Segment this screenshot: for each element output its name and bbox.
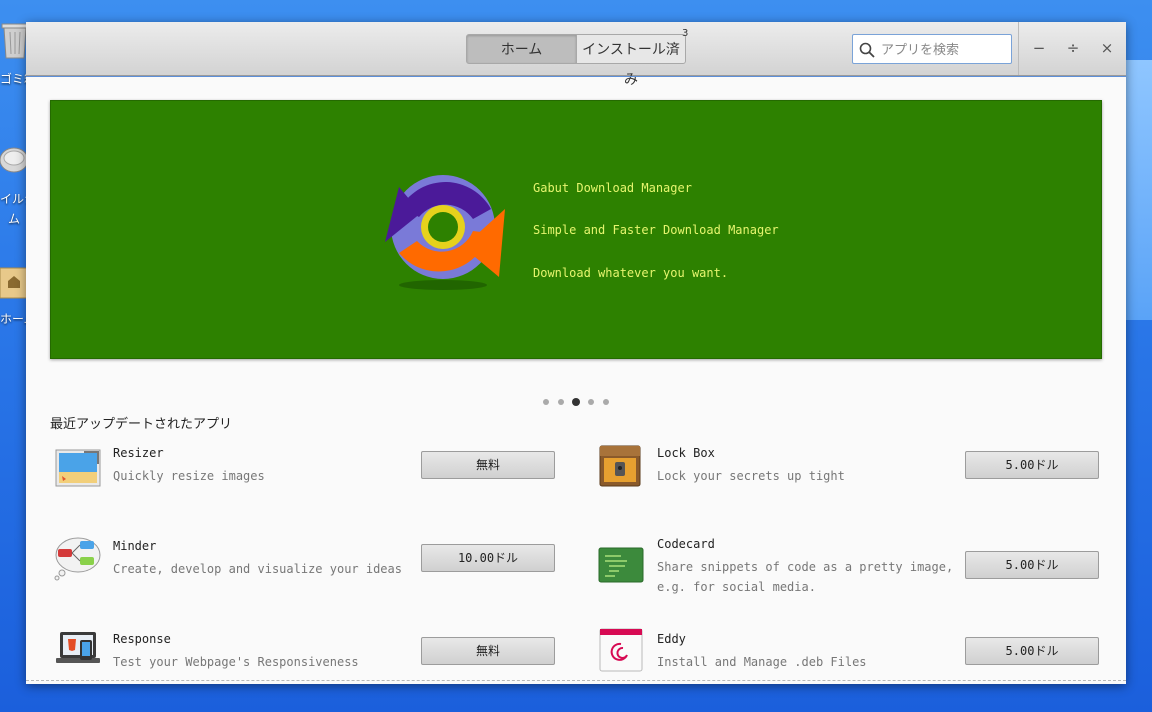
tab-home[interactable]: ホーム	[466, 34, 577, 64]
filesystem-label-2: ム	[8, 212, 21, 226]
price-button-codecard[interactable]: 5.00ドル	[965, 551, 1099, 579]
headerbar: ホーム インストール済み 3 − ÷ ×	[26, 22, 1126, 88]
carousel-dot[interactable]	[603, 399, 609, 405]
home-folder-icon	[0, 267, 28, 299]
gabut-download-manager-icon	[385, 175, 505, 290]
harddisk-icon	[0, 147, 28, 173]
banner-description: Download whatever you want.	[533, 266, 729, 280]
carousel-dot-active[interactable]	[572, 398, 580, 406]
resizer-icon	[55, 449, 101, 487]
price-button-lockbox[interactable]: 5.00ドル	[965, 451, 1099, 479]
app-name-codecard: Codecard	[657, 537, 715, 551]
minder-icon	[54, 537, 101, 581]
eddy-icon	[599, 628, 643, 672]
close-button[interactable]: ×	[1095, 36, 1119, 60]
search-input[interactable]	[879, 39, 1011, 61]
price-button-eddy[interactable]: 5.00ドル	[965, 637, 1099, 665]
app-name-minder: Minder	[113, 539, 157, 553]
carousel-dot[interactable]	[543, 399, 549, 405]
search-box[interactable]	[852, 34, 1012, 64]
tab-installed[interactable]: インストール済み	[576, 34, 686, 88]
lockbox-icon	[599, 445, 641, 487]
price-button-resizer[interactable]: 無料	[421, 451, 555, 479]
app-desc-eddy: Install and Manage .deb Files	[657, 655, 867, 669]
recent-updates-heading: 最近アップデートされたアプリ	[50, 417, 233, 432]
installed-count-badge: 3	[682, 28, 689, 39]
app-desc-codecard-2: e.g. for social media.	[657, 580, 816, 594]
scroll-edge-line	[26, 680, 1126, 681]
price-button-minder[interactable]: 10.00ドル	[421, 544, 555, 572]
appcenter-window: ホーム インストール済み 3 − ÷ × Gabut Download Mana…	[26, 22, 1126, 684]
app-desc-response: Test your Webpage's Responsiveness	[113, 655, 359, 669]
app-desc-codecard-1: Share snippets of code as a pretty image…	[657, 560, 954, 574]
header-separator	[1018, 22, 1019, 75]
carousel-dot[interactable]	[558, 399, 564, 405]
app-desc-lockbox: Lock your secrets up tight	[657, 469, 845, 483]
featured-banner[interactable]: Gabut Download Manager Simple and Faster…	[50, 100, 1102, 359]
response-icon	[56, 632, 100, 663]
app-desc-resizer: Quickly resize images	[113, 469, 265, 483]
app-name-resizer: Resizer	[113, 446, 164, 460]
minimize-button[interactable]: −	[1027, 36, 1051, 60]
search-icon	[859, 42, 875, 58]
maximize-button[interactable]: ÷	[1061, 36, 1085, 60]
app-desc-minder: Create, develop and visualize your ideas	[113, 562, 402, 576]
codecard-icon	[598, 547, 644, 583]
carousel-dot[interactable]	[588, 399, 594, 405]
banner-app-name: Gabut Download Manager	[533, 181, 692, 195]
app-name-eddy: Eddy	[657, 632, 686, 646]
app-name-lockbox: Lock Box	[657, 446, 715, 460]
app-name-response: Response	[113, 632, 171, 646]
banner-tagline: Simple and Faster Download Manager	[533, 223, 779, 237]
price-button-response[interactable]: 無料	[421, 637, 555, 665]
